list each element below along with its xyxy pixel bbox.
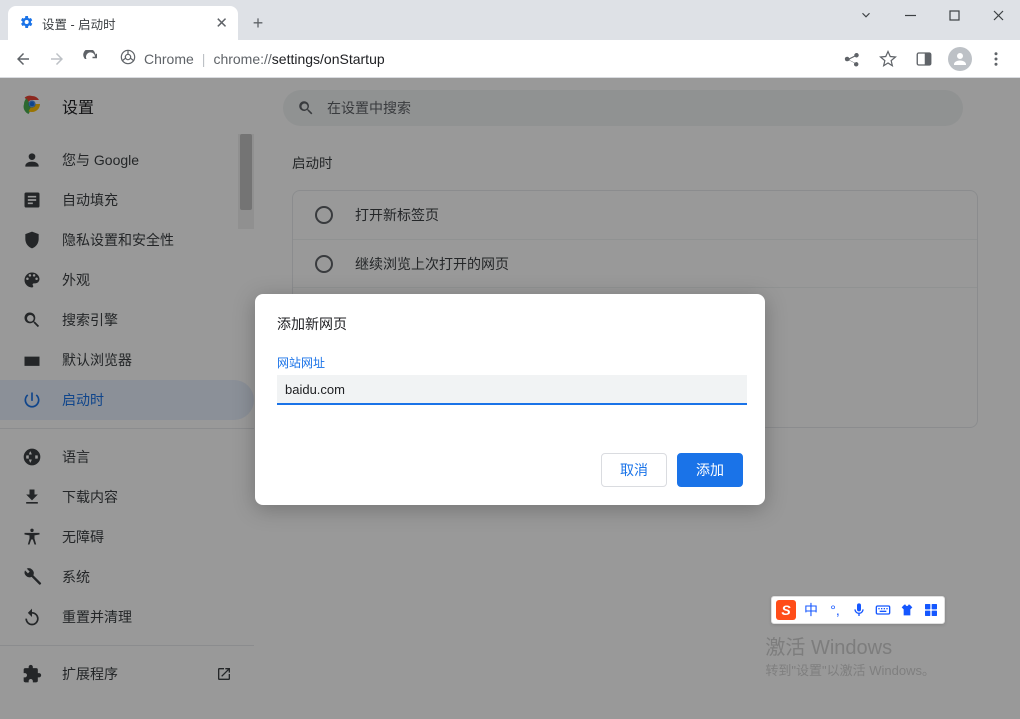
chrome-icon xyxy=(120,49,136,68)
menu-button[interactable] xyxy=(980,43,1012,75)
watermark-line2: 转到"设置"以激活 Windows。 xyxy=(765,660,935,679)
maximize-button[interactable] xyxy=(932,0,976,30)
profile-button[interactable] xyxy=(944,43,976,75)
forward-button[interactable] xyxy=(42,44,72,74)
close-window-button[interactable] xyxy=(976,0,1020,30)
ime-lang-button[interactable]: 中 xyxy=(802,601,820,619)
gear-icon xyxy=(18,14,34,33)
new-tab-button[interactable]: + xyxy=(244,9,272,37)
tab-title: 设置 - 启动时 xyxy=(42,14,116,33)
sogou-logo-icon: S xyxy=(776,600,796,620)
watermark-line1: 激活 Windows xyxy=(765,631,935,660)
tabs-dropdown-button[interactable] xyxy=(844,0,888,30)
windows-activation-watermark: 激活 Windows 转到"设置"以激活 Windows。 xyxy=(765,631,935,679)
omnibox[interactable]: Chrome | chrome://settings/onStartup xyxy=(110,44,832,74)
ime-skin-button[interactable] xyxy=(898,601,916,619)
share-button[interactable] xyxy=(836,43,868,75)
window-controls xyxy=(844,0,1020,30)
add-page-dialog: 添加新网页 网站网址 取消 添加 xyxy=(255,294,765,505)
bookmark-button[interactable] xyxy=(872,43,904,75)
dialog-title: 添加新网页 xyxy=(277,314,743,334)
avatar-icon xyxy=(948,47,972,71)
cancel-button[interactable]: 取消 xyxy=(601,453,667,487)
browser-tab[interactable]: 设置 - 启动时 ✕ xyxy=(8,6,238,40)
omnibox-divider: | xyxy=(202,51,206,67)
omnibox-url: chrome://settings/onStartup xyxy=(213,51,384,67)
back-button[interactable] xyxy=(8,44,38,74)
side-panel-button[interactable] xyxy=(908,43,940,75)
url-input[interactable] xyxy=(277,375,747,405)
ime-keyboard-button[interactable] xyxy=(874,601,892,619)
ime-toolbar[interactable]: S 中 °, xyxy=(771,596,945,624)
address-bar: Chrome | chrome://settings/onStartup xyxy=(0,40,1020,78)
confirm-button[interactable]: 添加 xyxy=(677,453,743,487)
tab-strip: 设置 - 启动时 ✕ + xyxy=(0,6,844,40)
url-field-label: 网站网址 xyxy=(277,354,743,371)
window-titlebar: 设置 - 启动时 ✕ + xyxy=(0,0,1020,40)
minimize-button[interactable] xyxy=(888,0,932,30)
ime-voice-button[interactable] xyxy=(850,601,868,619)
ime-punct-button[interactable]: °, xyxy=(826,601,844,619)
ime-toolbox-button[interactable] xyxy=(922,601,940,619)
omnibox-chrome-label: Chrome xyxy=(144,51,194,67)
tab-close-icon[interactable]: ✕ xyxy=(215,14,228,32)
reload-button[interactable] xyxy=(76,44,106,74)
